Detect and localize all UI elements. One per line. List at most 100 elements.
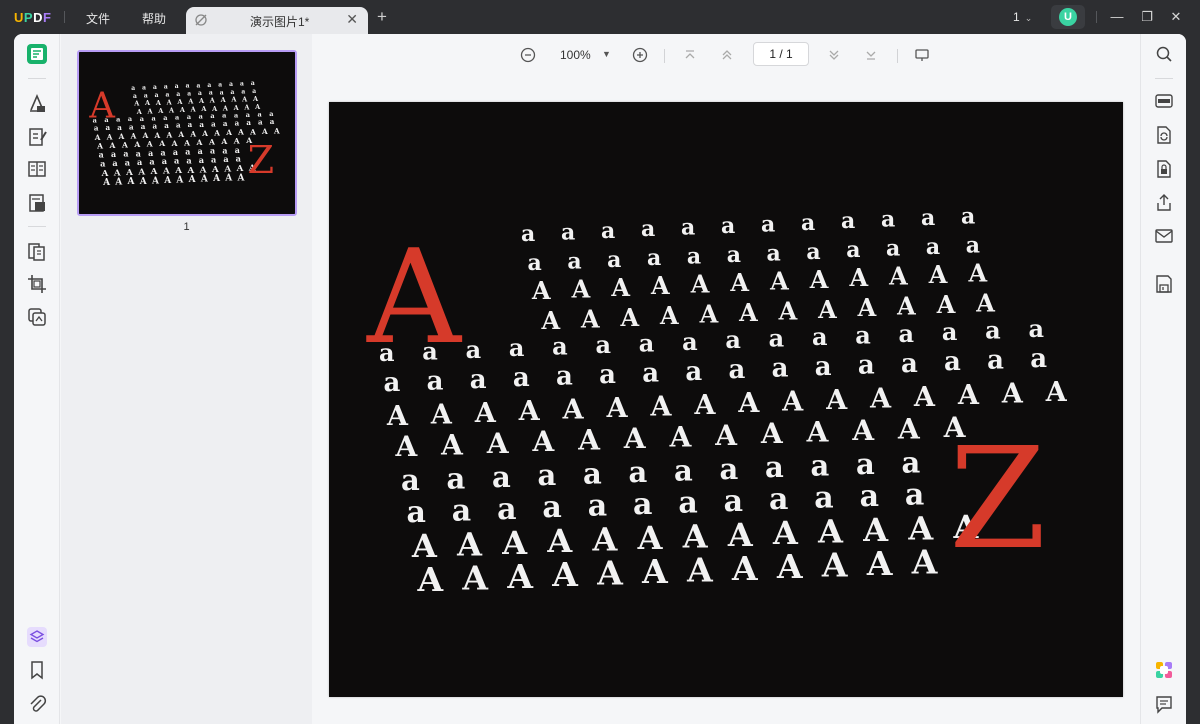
image-letter: a bbox=[492, 460, 511, 494]
thumbnail-page-number: 1 bbox=[183, 221, 190, 233]
image-letter: a bbox=[595, 330, 611, 359]
thumb-letter: A bbox=[127, 177, 136, 187]
convert-icon[interactable] bbox=[1153, 124, 1175, 146]
zoom-dropdown-icon[interactable]: ▼ bbox=[602, 49, 611, 59]
thumb-letter: a bbox=[246, 118, 251, 127]
crop-icon[interactable] bbox=[26, 273, 48, 295]
thumb-letter: A bbox=[133, 140, 140, 149]
image-letter: A bbox=[430, 399, 453, 430]
image-letter: a bbox=[942, 317, 958, 346]
thumb-letter: A bbox=[189, 129, 196, 138]
layers-icon[interactable] bbox=[26, 626, 48, 648]
image-letter: a bbox=[466, 335, 482, 364]
save-icon[interactable] bbox=[1153, 273, 1175, 295]
thumb-letter: A bbox=[209, 97, 216, 105]
image-letter: A bbox=[897, 412, 921, 445]
image-letter: A bbox=[821, 546, 848, 585]
page-number-input[interactable]: 1 / 1 bbox=[753, 42, 809, 66]
attachment-icon[interactable] bbox=[26, 693, 48, 715]
image-letter: A bbox=[532, 425, 556, 458]
menu-file[interactable]: 文件 bbox=[86, 10, 110, 27]
close-window-icon[interactable]: ✕ bbox=[1166, 7, 1186, 27]
title-bar: UPDF 文件 帮助 演示图片1* ✕ + 1 ⌄ U — ❐ ✕ bbox=[0, 0, 1200, 34]
image-letter: a bbox=[642, 358, 659, 388]
window-selector[interactable]: 1 ⌄ bbox=[1013, 10, 1032, 24]
thumb-letter: a bbox=[174, 156, 180, 166]
reader-icon[interactable] bbox=[26, 43, 48, 65]
thumb-letter: A bbox=[142, 131, 149, 140]
new-tab-button[interactable]: + bbox=[377, 7, 387, 27]
image-letter: A bbox=[386, 401, 409, 432]
image-letter: A bbox=[506, 557, 533, 596]
chat-icon[interactable] bbox=[1153, 693, 1175, 715]
ai-assistant-icon[interactable] bbox=[1153, 659, 1175, 681]
image-letter: A bbox=[606, 393, 629, 424]
thumb-letter: a bbox=[229, 81, 233, 88]
zoom-value[interactable]: 100% bbox=[560, 48, 591, 62]
search-icon[interactable] bbox=[1153, 43, 1175, 65]
image-letter: a bbox=[446, 461, 465, 495]
menu-help[interactable]: 帮助 bbox=[142, 10, 166, 27]
image-letter: a bbox=[769, 482, 788, 517]
document-tab[interactable]: 演示图片1* ✕ bbox=[186, 7, 368, 34]
chevron-down-icon: ⌄ bbox=[1024, 13, 1033, 23]
zoom-in-icon[interactable] bbox=[631, 46, 649, 66]
bookmark-icon[interactable] bbox=[26, 659, 48, 681]
thumb-letter: A bbox=[213, 129, 220, 138]
previous-page-icon[interactable] bbox=[718, 46, 736, 66]
thumb-letter: a bbox=[137, 157, 143, 167]
image-letter: A bbox=[610, 273, 630, 302]
thumb-letter: A bbox=[196, 138, 203, 147]
next-page-icon[interactable] bbox=[825, 46, 843, 66]
protect-icon[interactable] bbox=[1153, 158, 1175, 180]
restore-icon[interactable]: ❐ bbox=[1137, 7, 1157, 27]
image-letter: a bbox=[542, 490, 561, 525]
page-image[interactable]: aaaaaaaaaaaaaaaaaaaaaaaaAAAAAAAAAAAAAAAA… bbox=[329, 102, 1123, 697]
thumb-letter: a bbox=[240, 81, 244, 88]
close-tab-icon[interactable]: ✕ bbox=[346, 11, 358, 28]
form-icon[interactable] bbox=[26, 158, 48, 180]
thumb-letter: A bbox=[162, 167, 170, 177]
thumb-letter: a bbox=[207, 82, 211, 89]
image-letter: A bbox=[911, 542, 938, 581]
minimize-icon[interactable]: — bbox=[1107, 7, 1127, 27]
tools-icon[interactable] bbox=[26, 306, 48, 328]
organize-icon[interactable] bbox=[26, 240, 48, 262]
first-page-icon[interactable] bbox=[681, 46, 699, 66]
image-letter: A bbox=[693, 390, 716, 421]
pages-icon[interactable] bbox=[26, 192, 48, 214]
image-letter: A bbox=[474, 398, 497, 429]
thumb-letter: A bbox=[212, 174, 221, 184]
thumb-letter: A bbox=[198, 97, 205, 105]
edit-icon[interactable] bbox=[26, 126, 48, 148]
share-icon[interactable] bbox=[1153, 192, 1175, 214]
image-letter: a bbox=[647, 245, 661, 271]
presentation-icon[interactable] bbox=[913, 46, 931, 66]
account-button[interactable]: U bbox=[1051, 5, 1085, 29]
comment-icon[interactable] bbox=[26, 92, 48, 114]
thumb-big-letter-a: A bbox=[88, 85, 115, 126]
image-letter: a bbox=[687, 244, 701, 270]
thumb-letter: A bbox=[183, 138, 190, 147]
image-letter: a bbox=[567, 248, 581, 274]
thumb-letter: a bbox=[117, 123, 122, 132]
ocr-icon[interactable] bbox=[1153, 90, 1175, 112]
last-page-icon[interactable] bbox=[862, 46, 880, 66]
page-thumbnail[interactable]: aaaaaaaaaaaaaaaaaaaaaaaaAAAAAAAAAAAAAAAA… bbox=[77, 50, 297, 216]
divider bbox=[28, 226, 46, 227]
image-letter: A bbox=[440, 428, 464, 461]
thumb-letter: A bbox=[118, 132, 125, 141]
thumb-letter: A bbox=[273, 126, 280, 135]
zoom-out-icon[interactable] bbox=[519, 46, 537, 66]
thumb-letter: a bbox=[199, 120, 204, 129]
image-letter: A bbox=[851, 414, 875, 447]
thumb-letter: A bbox=[176, 98, 183, 106]
thumb-letter: a bbox=[198, 90, 202, 97]
image-letter: a bbox=[921, 205, 935, 231]
unsynced-icon bbox=[195, 14, 207, 26]
image-letter: a bbox=[901, 445, 920, 479]
email-icon[interactable] bbox=[1153, 225, 1175, 247]
thumb-big-letter-z: Z bbox=[248, 138, 274, 182]
thumb-letter: a bbox=[258, 118, 263, 127]
image-letter: A bbox=[690, 270, 710, 299]
